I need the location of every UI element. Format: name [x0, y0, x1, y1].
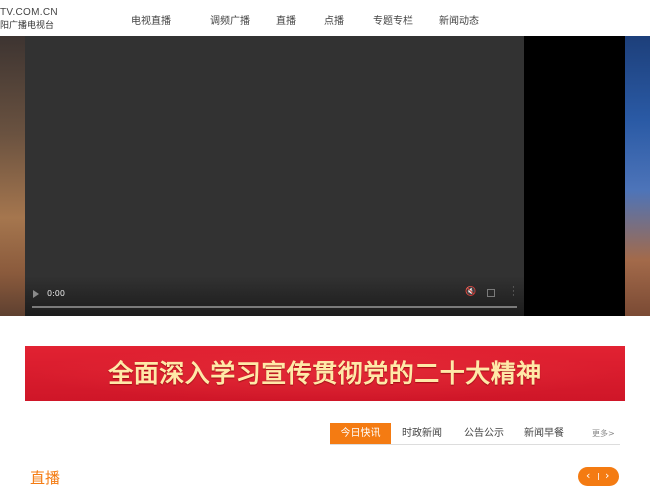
- tab-politics-news[interactable]: 时政新闻: [392, 423, 452, 444]
- fullscreen-icon[interactable]: [487, 289, 495, 297]
- nav-item-live[interactable]: 直播: [276, 12, 296, 27]
- nav-item-news-updates[interactable]: 新闻动态: [439, 12, 479, 27]
- live-section-title: 直播: [30, 469, 61, 487]
- video-controls: 0:00 🔇 · · ·: [25, 276, 524, 316]
- video-time: 0:00: [47, 289, 65, 298]
- volume-mute-icon[interactable]: 🔇: [465, 287, 476, 297]
- site-logo[interactable]: TV.COM.CN 阳广播电视台: [0, 7, 58, 32]
- site-header: TV.COM.CN 阳广播电视台 电视直播 调频广播 直播 点播 专题专栏 新闻…: [0, 0, 650, 36]
- chevron-right-icon[interactable]: ›: [605, 468, 609, 484]
- hero-background-right: [624, 36, 650, 316]
- chevron-left-icon[interactable]: ‹: [586, 468, 590, 484]
- theme-banner[interactable]: 全面深入学习宣传贯彻党的二十大精神: [25, 346, 625, 401]
- nav-item-fm-radio[interactable]: 调频广播: [210, 12, 250, 27]
- news-tab-bar: 今日快讯 时政新闻 公告公示 新闻早餐: [330, 423, 620, 445]
- nav-item-tv-live[interactable]: 电视直播: [131, 12, 171, 27]
- nav-item-special-topics[interactable]: 专题专栏: [373, 12, 413, 27]
- tab-announcements[interactable]: 公告公示: [454, 423, 514, 444]
- logo-domain: TV.COM.CN: [0, 7, 58, 18]
- hero-background-left: [0, 36, 25, 316]
- hero-section: 0:00 🔇 · · ·: [0, 36, 650, 316]
- video-progress-bar[interactable]: [32, 306, 517, 308]
- more-vertical-icon[interactable]: · · ·: [512, 284, 516, 301]
- play-icon[interactable]: [33, 290, 39, 298]
- video-screen[interactable]: [25, 36, 524, 316]
- more-link[interactable]: 更多>: [592, 428, 615, 439]
- carousel-pager: ‹ ›: [578, 467, 619, 486]
- nav-item-on-demand[interactable]: 点播: [324, 12, 344, 27]
- banner-title: 全面深入学习宣传贯彻党的二十大精神: [108, 359, 542, 388]
- tab-today-news[interactable]: 今日快讯: [330, 423, 391, 444]
- video-player[interactable]: 0:00 🔇 · · ·: [25, 36, 625, 316]
- tab-news-breakfast[interactable]: 新闻早餐: [516, 423, 572, 444]
- logo-station-name: 阳广播电视台: [0, 21, 55, 31]
- pager-divider: [598, 473, 599, 480]
